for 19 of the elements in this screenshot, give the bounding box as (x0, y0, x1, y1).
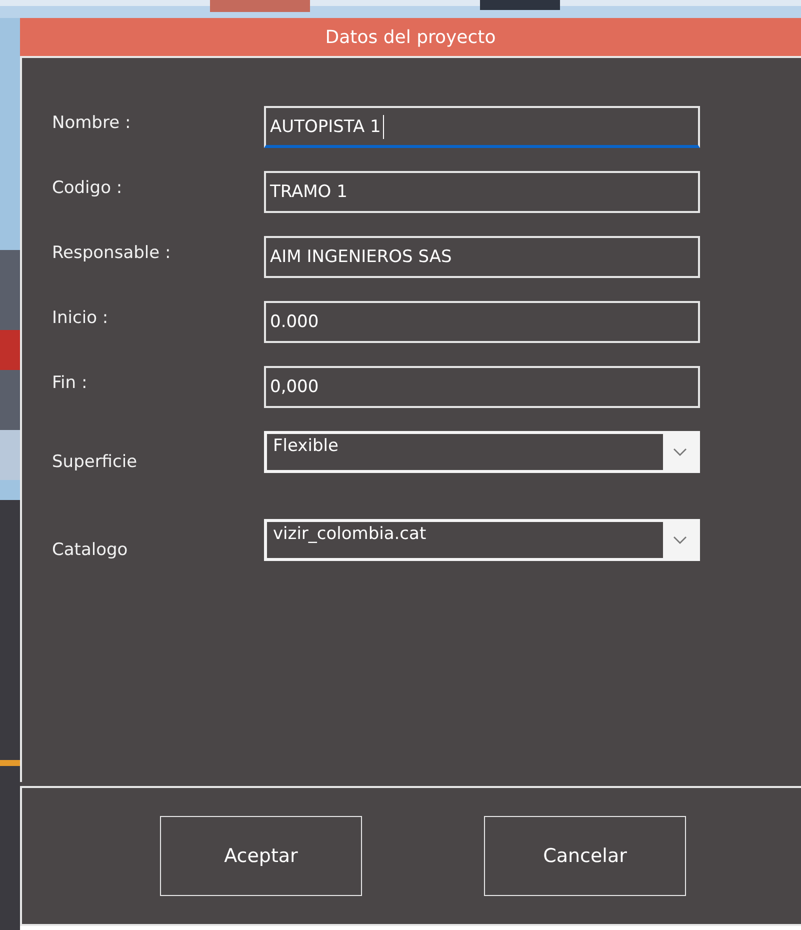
field-label: Superficie (52, 451, 138, 474)
dropdown-field[interactable]: Flexible (264, 431, 700, 473)
input-field[interactable]: 0,000 (264, 366, 700, 408)
field-label: Inicio : (52, 307, 110, 330)
field-label: Catalogo (52, 539, 129, 562)
chevron-down-icon (673, 448, 687, 456)
dialog-button[interactable]: Aceptar (160, 816, 362, 896)
field-label: Fin : (52, 372, 88, 395)
dropdown-field[interactable]: vizir_colombia.cat (264, 519, 700, 561)
dialog-button[interactable]: Cancelar (484, 816, 686, 896)
window-title: Datos del proyecto (325, 26, 496, 48)
field-label: Responsable : (52, 242, 172, 265)
input-field[interactable]: AIM INGENIEROS SAS (264, 236, 700, 278)
input-field[interactable]: TRAMO 1 (264, 171, 700, 213)
field-label: Nombre : (52, 112, 132, 135)
field-label: Codigo : (52, 177, 124, 200)
input-field[interactable]: 0.000 (264, 301, 700, 343)
chevron-down-icon (673, 536, 687, 544)
input-field[interactable]: AUTOPISTA 1 (264, 106, 700, 148)
